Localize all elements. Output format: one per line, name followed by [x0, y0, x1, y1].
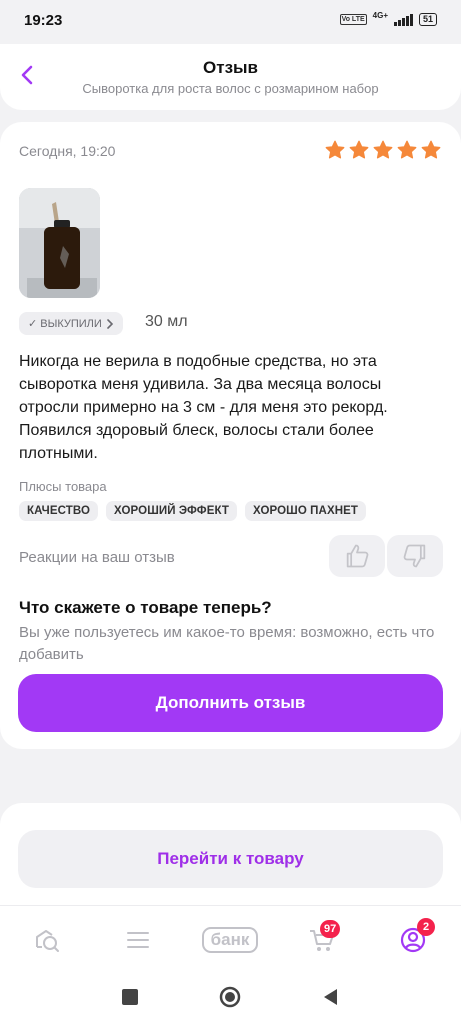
star-icon — [421, 140, 441, 159]
network-type: 4G+ — [372, 11, 388, 20]
product-size: 30 мл — [145, 313, 188, 330]
tab-bank[interactable]: банк — [200, 920, 260, 960]
reactions-label: Реакции на ваш отзыв — [19, 549, 175, 566]
square-icon — [122, 989, 138, 1005]
tab-profile[interactable]: 2 — [393, 918, 435, 960]
thumbs-down-icon — [403, 544, 426, 568]
page-title: Отзыв — [203, 58, 258, 77]
chevron-right-icon — [107, 318, 113, 329]
recents-button[interactable] — [117, 984, 143, 1010]
pros-tags: КАЧЕСТВО ХОРОШИЙ ЭФФЕКТ ХОРОШО ПАХНЕТ — [19, 501, 367, 521]
star-icon — [349, 140, 369, 159]
star-icon — [373, 140, 393, 159]
bottom-panel: Перейти к товару — [0, 803, 461, 913]
bank-label: банк — [210, 930, 250, 949]
tab-catalog[interactable] — [118, 920, 158, 960]
bought-label: ✓ ВЫКУПИЛИ — [28, 318, 102, 330]
review-header: Отзыв Сыворотка для роста волос с розмар… — [0, 44, 461, 110]
status-time: 19:23 — [24, 12, 63, 29]
review-photo[interactable] — [19, 188, 100, 298]
star-icon — [397, 140, 417, 159]
back-nav-button[interactable] — [318, 984, 344, 1010]
battery-indicator: 51 — [418, 13, 437, 26]
dislike-button[interactable] — [387, 535, 443, 577]
review-date: Сегодня, 19:20 — [19, 143, 116, 159]
system-navigation — [0, 970, 461, 1024]
home-search-icon — [36, 930, 59, 952]
status-bar: 19:23 Vo LTE 4G+ 51 — [0, 0, 461, 44]
pros-tag: ХОРОШО ПАХНЕТ — [245, 501, 367, 521]
status-icons: Vo LTE 4G+ 51 — [339, 11, 437, 26]
signal-icon — [393, 13, 413, 26]
menu-icon — [127, 932, 149, 948]
tab-cart[interactable]: 97 — [302, 920, 342, 960]
profile-badge: 2 — [417, 918, 435, 936]
circle-icon — [219, 986, 241, 1008]
triangle-back-icon — [324, 989, 337, 1005]
review-card: Сегодня, 19:20 ✓ ВЫКУПИЛИ 30 мл Никогда … — [0, 122, 461, 749]
add-to-review-button[interactable]: Дополнить отзыв — [18, 674, 443, 732]
bought-badge[interactable]: ✓ ВЫКУПИЛИ — [19, 312, 123, 335]
like-button[interactable] — [329, 535, 385, 577]
review-text: Никогда не верила в подобные средства, н… — [19, 353, 388, 462]
pros-tag: ХОРОШИЙ ЭФФЕКТ — [106, 501, 237, 521]
pros-label: Плюсы товара — [19, 479, 107, 494]
star-icon — [325, 140, 345, 159]
product-name: Сыворотка для роста волос с розмарином н… — [82, 81, 379, 96]
tab-home[interactable] — [27, 920, 67, 960]
rating-stars — [324, 139, 442, 161]
thumbs-up-icon — [346, 544, 369, 568]
go-to-product-button[interactable]: Перейти к товару — [18, 830, 443, 888]
pros-tag: КАЧЕСТВО — [19, 501, 99, 521]
volte-icon: Vo LTE — [339, 14, 367, 25]
cart-badge: 97 — [320, 920, 341, 938]
tab-bar: банк 97 2 — [0, 905, 461, 970]
followup-subtitle: Вы уже пользуетесь им какое-то время: во… — [19, 624, 435, 663]
home-button[interactable] — [217, 984, 243, 1010]
followup-title: Что скажете о товаре теперь? — [19, 598, 272, 617]
bank-icon: банк — [202, 927, 258, 953]
